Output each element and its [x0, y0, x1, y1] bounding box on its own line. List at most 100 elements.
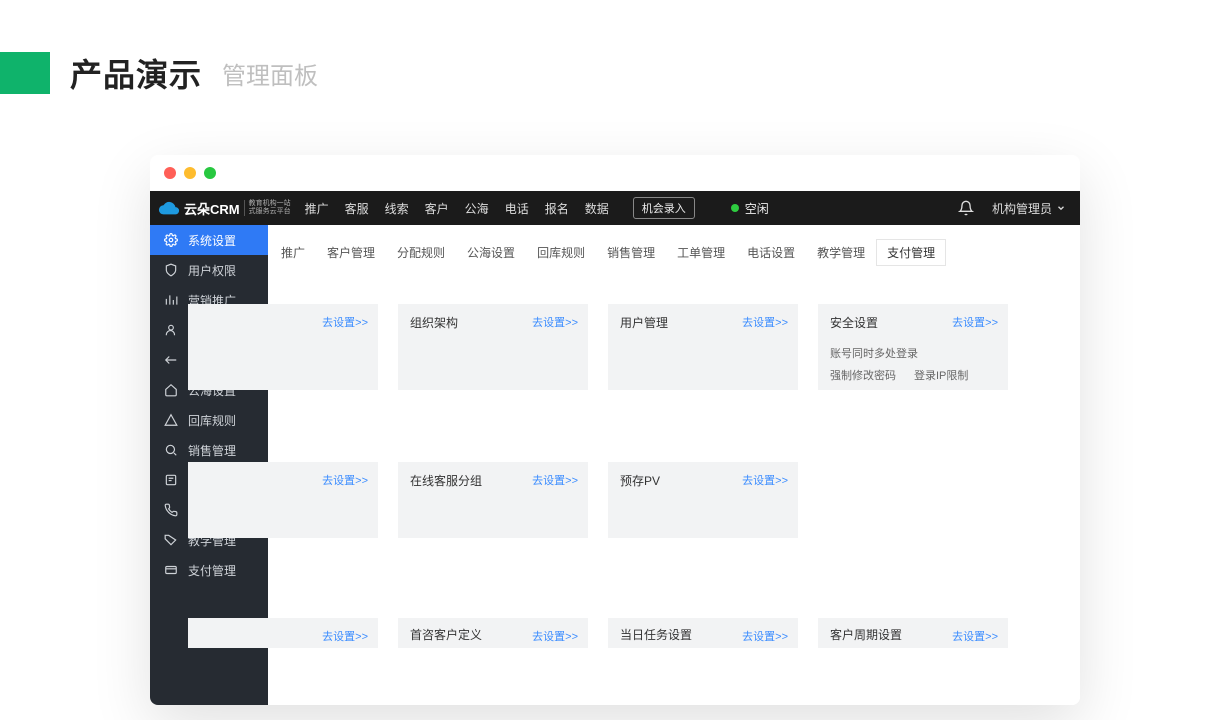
logo-tagline: 教育机构一站 式服务云平台	[244, 200, 291, 215]
sub-item: 账号同时多处登录	[830, 345, 918, 361]
go-settings-link[interactable]: 去设置>>	[532, 314, 578, 330]
card-sub-list: 账号同时多处登录	[830, 345, 996, 361]
card-section-2: 去设置>> 在线客服分组 去设置>> 预存PV 去设置>>	[268, 462, 1080, 538]
tab-phone-settings[interactable]: 电话设置	[736, 239, 806, 266]
status-group: 空闲	[731, 200, 769, 217]
sales-icon	[164, 443, 178, 457]
ticket-icon	[164, 473, 178, 487]
card-icon	[164, 563, 178, 577]
card-title: 当日任务设置	[620, 626, 692, 643]
cloud-icon	[158, 197, 180, 219]
nav-data[interactable]: 数据	[585, 200, 609, 217]
bell-icon[interactable]	[958, 200, 974, 216]
tab-ticket-manage[interactable]: 工单管理	[666, 239, 736, 266]
go-settings-link[interactable]: 去设置>>	[952, 314, 998, 330]
go-settings-link[interactable]: 去设置>>	[952, 628, 998, 644]
app-header: 云朵CRM 教育机构一站 式服务云平台 推广 客服 线索 客户 公海 电话 报名…	[150, 191, 1080, 225]
person-icon	[164, 323, 178, 337]
maximize-dot[interactable]	[204, 167, 216, 179]
top-nav: 推广 客服 线索 客户 公海 电话 报名 数据 机会录入	[305, 197, 695, 219]
nav-signup[interactable]: 报名	[545, 200, 569, 217]
card-title: 客户周期设置	[830, 626, 902, 643]
card-hidden-1: 去设置>>	[188, 304, 378, 390]
card-org-structure: 组织架构 去设置>>	[398, 304, 588, 390]
tab-payment-manage[interactable]: 支付管理	[876, 239, 946, 266]
chevron-down-icon	[1056, 203, 1066, 213]
logo-text: 云朵CRM	[184, 199, 240, 218]
window-titlebar	[150, 155, 1080, 191]
tabs-row: 推广 客户管理 分配规则 公海设置 回库规则 销售管理 工单管理 电话设置 教学…	[268, 225, 1080, 276]
accent-block	[0, 52, 50, 94]
go-settings-link[interactable]: 去设置>>	[322, 628, 368, 644]
tab-sales-manage[interactable]: 销售管理	[596, 239, 666, 266]
go-settings-link[interactable]: 去设置>>	[322, 472, 368, 488]
sidebar-item-sales-manage[interactable]: 销售管理	[150, 435, 268, 465]
sidebar-item-label: 回库规则	[188, 412, 236, 429]
card-security-settings: 安全设置 去设置>> 账号同时多处登录 强制修改密码 登录IP限制	[818, 304, 1008, 390]
go-settings-link[interactable]: 去设置>>	[322, 314, 368, 330]
sidebar-item-return-rule[interactable]: 回库规则	[150, 405, 268, 435]
nav-leads[interactable]: 线索	[385, 200, 409, 217]
card-section-3: 去设置>> 首咨客户定义 去设置>> 当日任务设置 去设置>> 客户周期设置 去…	[188, 618, 1080, 648]
assign-icon	[164, 353, 178, 367]
go-settings-link[interactable]: 去设置>>	[742, 472, 788, 488]
record-button[interactable]: 机会录入	[633, 197, 695, 219]
card-sub-list-2: 强制修改密码 登录IP限制	[830, 367, 996, 383]
minimize-dot[interactable]	[184, 167, 196, 179]
card-prestored-pv: 预存PV 去设置>>	[608, 462, 798, 538]
card-daily-task-settings: 当日任务设置 去设置>>	[608, 618, 798, 648]
page-subtitle: 管理面板	[222, 56, 318, 91]
home-icon	[164, 383, 178, 397]
card-online-service-group: 在线客服分组 去设置>>	[398, 462, 588, 538]
main-content: 推广 客户管理 分配规则 公海设置 回库规则 销售管理 工单管理 电话设置 教学…	[268, 225, 1080, 705]
nav-promote[interactable]: 推广	[305, 200, 329, 217]
shield-icon	[164, 263, 178, 277]
go-settings-link[interactable]: 去设置>>	[532, 628, 578, 644]
nav-phone[interactable]: 电话	[505, 200, 529, 217]
go-settings-link[interactable]: 去设置>>	[742, 628, 788, 644]
logo: 云朵CRM 教育机构一站 式服务云平台	[158, 197, 291, 219]
card-section-1: 去设置>> 组织架构 去设置>> 用户管理 去设置>> 安全设置 去设置>>	[268, 304, 1080, 390]
header-right: 机构管理员	[958, 200, 1066, 217]
go-settings-link[interactable]: 去设置>>	[742, 314, 788, 330]
sidebar-item-label: 支付管理	[188, 562, 236, 579]
tab-customer-manage[interactable]: 客户管理	[316, 239, 386, 266]
sidebar-item-label: 销售管理	[188, 442, 236, 459]
status-dot-icon	[731, 204, 739, 212]
page-title-row: 产品演示 管理面板	[0, 50, 318, 96]
card-title: 用户管理	[620, 314, 668, 331]
tab-pool-settings[interactable]: 公海设置	[456, 239, 526, 266]
tab-promote[interactable]: 推广	[270, 239, 316, 266]
tab-return-rule[interactable]: 回库规则	[526, 239, 596, 266]
go-settings-link[interactable]: 去设置>>	[532, 472, 578, 488]
app-body: 系统设置 用户权限 营销推广 客户管理 分配规则 公海设置	[150, 225, 1080, 705]
page-title: 产品演示	[70, 50, 202, 96]
card-hidden-2: 去设置>>	[188, 462, 378, 538]
tab-assign-rule[interactable]: 分配规则	[386, 239, 456, 266]
card-title: 预存PV	[620, 472, 660, 489]
tag-icon	[164, 533, 178, 547]
card-user-manage: 用户管理 去设置>>	[608, 304, 798, 390]
nav-service[interactable]: 客服	[345, 200, 369, 217]
sidebar-item-user-permission[interactable]: 用户权限	[150, 255, 268, 285]
card-hidden-3: 去设置>>	[188, 618, 378, 648]
phone-icon	[164, 503, 178, 517]
card-title: 安全设置	[830, 314, 878, 331]
card-customer-cycle-settings: 客户周期设置 去设置>>	[818, 618, 1008, 648]
chart-icon	[164, 293, 178, 307]
nav-customer[interactable]: 客户	[425, 200, 449, 217]
card-first-consult-def: 首咨客户定义 去设置>>	[398, 618, 588, 648]
sidebar-item-payment-manage[interactable]: 支付管理	[150, 555, 268, 585]
sub-item: 强制修改密码	[830, 367, 896, 383]
user-label: 机构管理员	[992, 200, 1052, 217]
sidebar-item-label: 用户权限	[188, 262, 236, 279]
sidebar-item-system-settings[interactable]: 系统设置	[150, 225, 268, 255]
triangle-icon	[164, 413, 178, 427]
user-dropdown[interactable]: 机构管理员	[992, 200, 1066, 217]
card-title: 在线客服分组	[410, 472, 482, 489]
tab-teaching-manage[interactable]: 教学管理	[806, 239, 876, 266]
close-dot[interactable]	[164, 167, 176, 179]
sidebar-item-label: 系统设置	[188, 232, 236, 249]
card-title: 组织架构	[410, 314, 458, 331]
nav-pool[interactable]: 公海	[465, 200, 489, 217]
